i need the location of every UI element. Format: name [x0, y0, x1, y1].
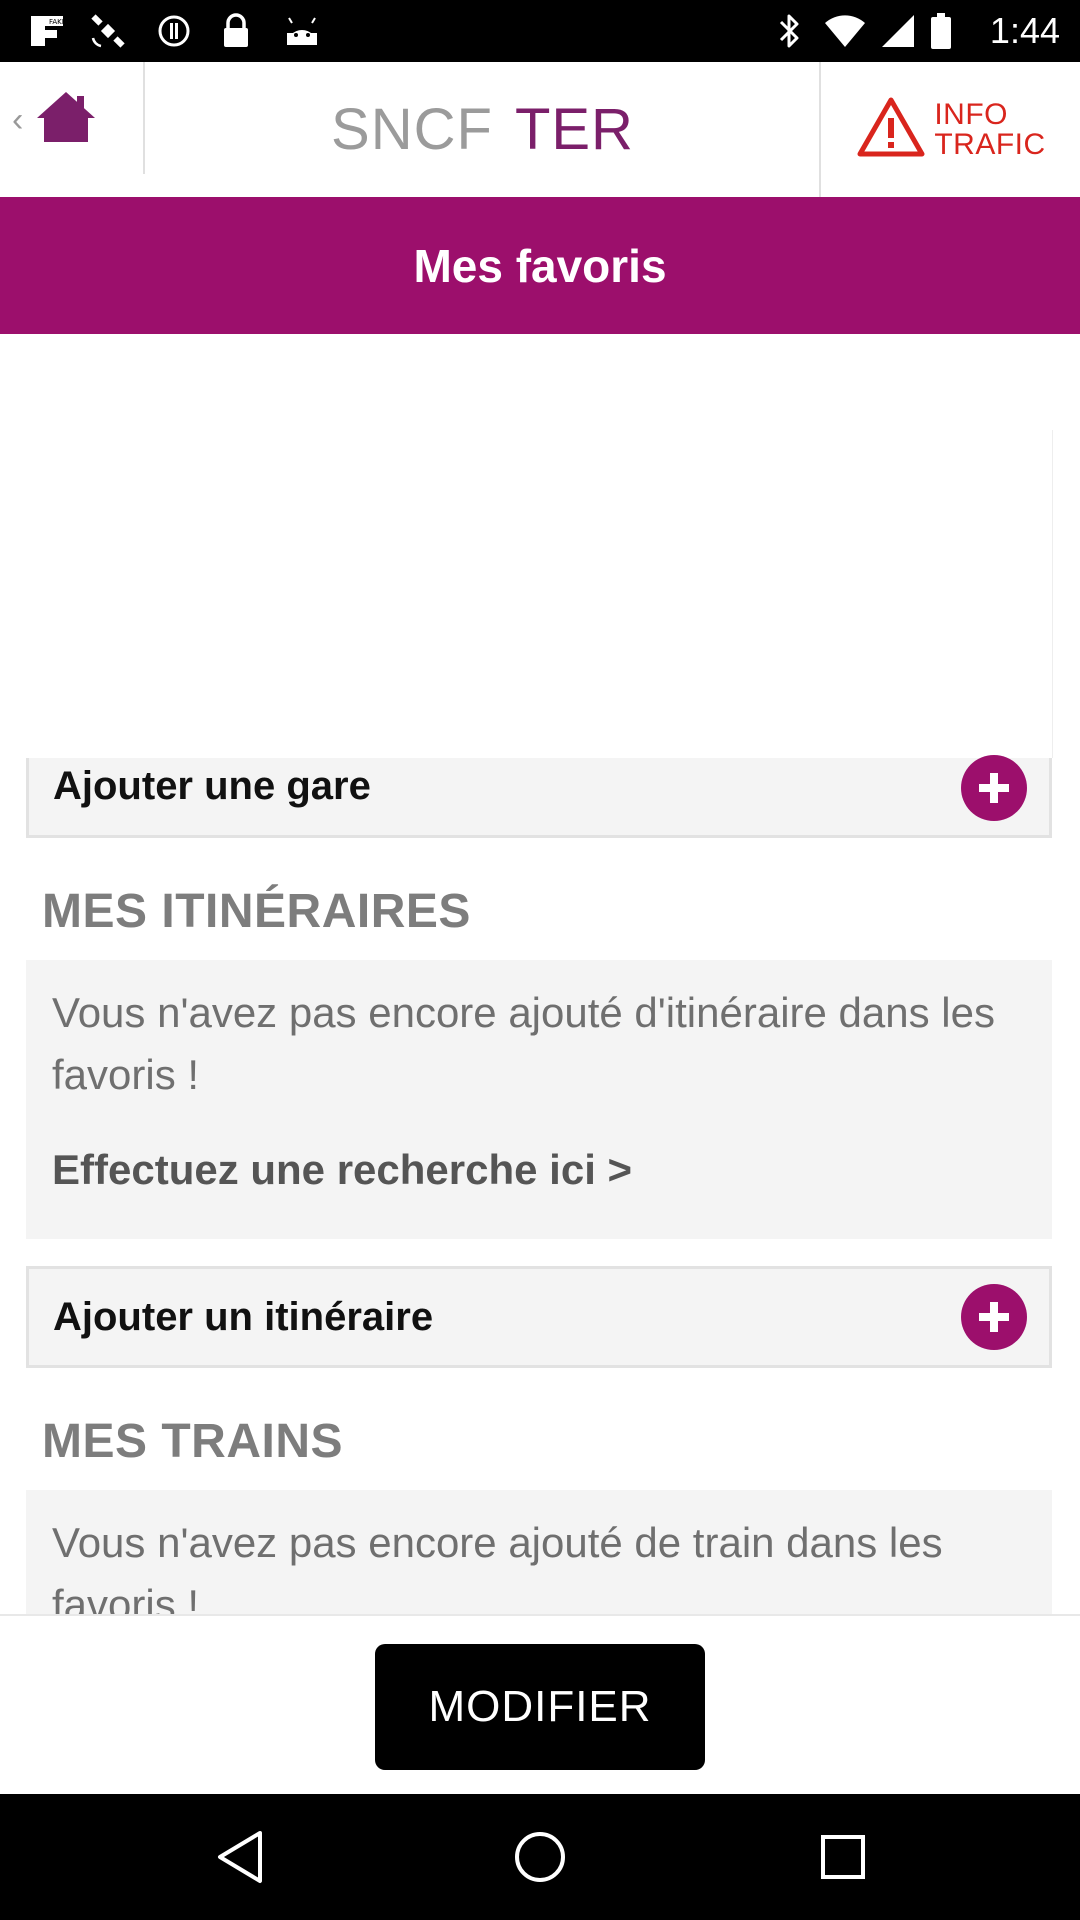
trains-section-title: MES TRAINS	[42, 1415, 344, 1468]
info-trafic-label: INFO TRAFIC	[934, 97, 1046, 161]
home-circle-icon[interactable]	[507, 1824, 573, 1890]
home-icon	[33, 88, 99, 151]
satellite-icon	[88, 12, 128, 50]
plus-icon	[961, 755, 1027, 821]
app-header: ‹ SNCF TER INFO TRAFIC	[0, 62, 1080, 198]
add-station-button[interactable]: Ajouter une gare	[26, 755, 1052, 838]
trains-empty-message: Vous n'avez pas encore ajouté de train d…	[52, 1519, 943, 1614]
search-link[interactable]: Effectuez une recherche ici >	[52, 1146, 1026, 1194]
itineraries-empty-box: Vous n'avez pas encore ajouté d'itinérai…	[26, 960, 1052, 1239]
page-title-bar: Mes favoris	[0, 197, 1080, 334]
recents-square-icon[interactable]	[810, 1824, 876, 1890]
status-bar: FAKE 1:44	[0, 0, 1080, 62]
add-itinerary-button[interactable]: Ajouter un itinéraire	[26, 1266, 1052, 1368]
trains-empty-box: Vous n'avez pas encore ajouté de train d…	[26, 1490, 1052, 1614]
battery-icon	[928, 12, 954, 50]
bluetooth-icon	[774, 12, 806, 50]
status-time: 1:44	[989, 10, 1060, 51]
page-title: Mes favoris	[413, 239, 667, 292]
info-trafic-line1: INFO	[934, 97, 1008, 131]
info-trafic-button[interactable]: INFO TRAFIC	[822, 62, 1080, 197]
back-chevron-icon: ‹	[12, 100, 24, 139]
add-itinerary-label: Ajouter un itinéraire	[53, 1295, 434, 1339]
bottom-action-bar: MODIFIER	[0, 1614, 1080, 1796]
fake-gps-icon: FAKE	[28, 12, 68, 50]
fake-badge: FAKE	[49, 18, 66, 26]
brand-sncf: SNCF	[331, 97, 493, 162]
brand-logo: SNCF TER	[145, 62, 820, 197]
back-triangle-icon[interactable]	[207, 1824, 273, 1890]
itineraries-empty-message: Vous n'avez pas encore ajouté d'itinérai…	[52, 989, 995, 1098]
add-station-label: Ajouter une gare	[53, 764, 371, 808]
ad-placeholder	[26, 430, 1053, 758]
header-divider	[819, 62, 821, 197]
home-button[interactable]: ‹	[0, 62, 143, 177]
lock-icon	[218, 12, 254, 50]
itineraries-section-title: MES ITINÉRAIRES	[42, 885, 471, 938]
sync-icon	[154, 12, 194, 50]
android-icon	[282, 12, 322, 50]
plus-icon	[961, 1284, 1027, 1350]
signal-icon	[878, 12, 918, 50]
wifi-icon	[822, 12, 868, 50]
navigation-bar	[0, 1794, 1080, 1920]
brand-ter: TER	[514, 97, 634, 162]
modify-button[interactable]: MODIFIER	[375, 1644, 705, 1770]
info-trafic-line2: TRAFIC	[934, 127, 1046, 161]
warning-icon	[856, 96, 926, 163]
